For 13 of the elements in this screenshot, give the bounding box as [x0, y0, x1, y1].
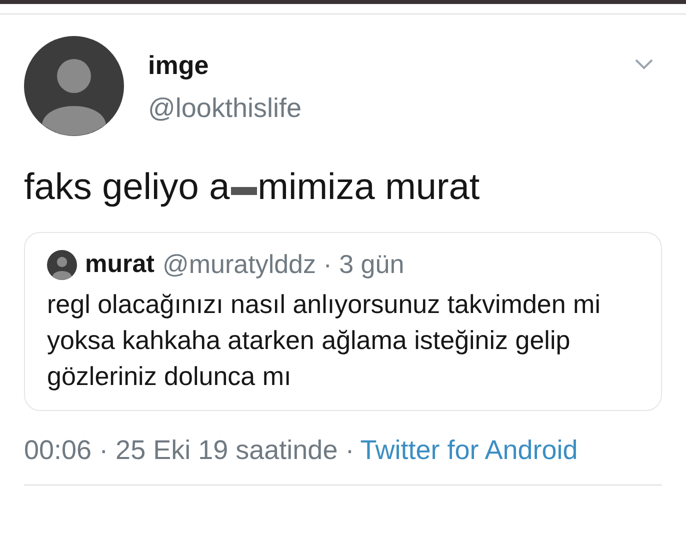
- tweet-timestamp: 00:06 · 25 Eki 19 saatinde ·: [24, 435, 354, 466]
- quoted-author-name: murat: [85, 250, 154, 279]
- quoted-tweet-card[interactable]: murat @muratylddz · 3 gün regl olacağınızı nasıl anlıyorsunuz takvimden mi yoksa kahkaha atarken ağlama isteğiniz gelip gözleriniz dolunca mı: [24, 232, 662, 411]
- author-handle: @lookthislife: [148, 93, 302, 124]
- source-link[interactable]: Twitter for Android: [360, 435, 578, 466]
- chevron-down-icon[interactable]: [634, 58, 654, 70]
- quoted-tweet-meta: @muratylddz · 3 gün: [162, 249, 404, 280]
- avatar: [47, 250, 77, 280]
- author-name: imge: [148, 50, 210, 81]
- tweet-text: mimiza murat: [258, 166, 480, 208]
- tweet-text: faks geliyo a: [24, 166, 230, 208]
- quoted-tweet-text: regl olacağınızı nasıl anlıyorsunuz takvimden mi yoksa kahkaha atarken ağlama isteğiniz gelip gözleriniz dolunca mı: [47, 288, 602, 393]
- scribble-mark: [230, 185, 257, 197]
